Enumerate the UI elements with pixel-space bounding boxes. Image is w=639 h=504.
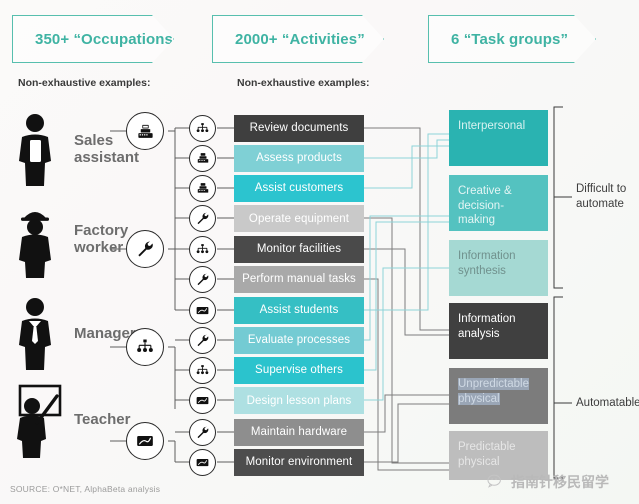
bracket-label-automatable: Automatable [576, 397, 639, 409]
task-group-box-interpersonal[interactable]: Interpersonal [449, 110, 548, 166]
task-group-label-unpredictable-physical: Unpredictable physical [458, 378, 529, 405]
occupation-icon-org-chart-icon[interactable] [126, 328, 164, 366]
task-group-box-information-analysis[interactable]: Information analysis [449, 303, 548, 359]
activity-icon-blackboard-icon-2[interactable] [189, 387, 216, 414]
activity-label-9: Design lesson plans [246, 394, 352, 407]
activity-label-8: Supervise others [255, 364, 343, 376]
activity-icon-org-chart-icon-3[interactable] [189, 356, 216, 384]
activity-label-11: Monitor environment [245, 456, 353, 468]
occupation-row-factory-worker[interactable]: Factory worker [10, 202, 128, 278]
wechat-icon [487, 474, 501, 488]
activity-icon-wrench-icon-4[interactable] [189, 418, 216, 446]
activity-label-5: Perform manual tasks [242, 273, 356, 285]
activity-label-4: Monitor facilities [256, 243, 342, 255]
task-group-box-unpredictable-physical[interactable]: Unpredictable physical [449, 368, 548, 424]
activity-icon-wrench-icon-2[interactable] [189, 265, 216, 293]
task-group-label-information-synthesis: Information synthesis [458, 250, 516, 277]
activity-icon-wrench-icon[interactable] [189, 205, 216, 232]
occupation-row-teacher[interactable]: Teacher [10, 382, 130, 458]
activity-bar-11[interactable]: Monitor environment [234, 448, 364, 476]
occupation-label-factory-worker: Factory worker [74, 222, 129, 256]
activity-bar-6[interactable]: Assist students [234, 296, 364, 324]
occupation-label-teacher: Teacher [74, 410, 131, 428]
activity-icon-cash-register-icon-2[interactable] [189, 174, 216, 202]
watermark: 指南针移民留学 [487, 472, 609, 492]
task-group-label-information-analysis: Information analysis [458, 313, 516, 340]
activity-bar-7[interactable]: Evaluate processes [234, 326, 364, 354]
activity-bar-3[interactable]: Operate equipment [234, 205, 364, 232]
activity-bar-8[interactable]: Supervise others [234, 356, 364, 384]
activity-bar-2[interactable]: Assist customers [234, 174, 364, 202]
activity-label-10: Maintain hardware [250, 426, 348, 438]
source-note: SOURCE: O*NET, AlphaBeta analysis [10, 484, 161, 494]
apron-person-icon [10, 112, 68, 188]
activity-bar-4[interactable]: Monitor facilities [234, 235, 364, 263]
activity-bar-5[interactable]: Perform manual tasks [234, 265, 364, 293]
occupation-row-manager[interactable]: Manager [10, 296, 136, 372]
activity-icon-blackboard-icon-3[interactable] [189, 448, 216, 476]
activity-icon-org-chart-icon[interactable] [189, 114, 216, 142]
activity-icon-blackboard-icon[interactable] [189, 296, 216, 324]
activity-icon-cash-register-icon[interactable] [189, 144, 216, 172]
activity-bar-10[interactable]: Maintain hardware [234, 418, 364, 446]
occupation-icon-cash-register-icon[interactable] [126, 112, 164, 150]
occupation-row-sales-assistant[interactable]: Sales assistant [10, 112, 139, 188]
occupation-icon-wrench-icon[interactable] [126, 230, 164, 268]
activity-label-1: Assess products [256, 152, 342, 164]
activity-label-0: Review documents [249, 122, 349, 134]
activity-label-2: Assist customers [254, 182, 344, 194]
activity-bar-0[interactable]: Review documents [234, 114, 364, 142]
task-group-label-predictable-physical: Predictable physical [458, 441, 516, 468]
activity-label-3: Operate equipment [248, 212, 350, 225]
task-group-box-information-synthesis[interactable]: Information synthesis [449, 240, 548, 296]
necktie-person-icon [10, 296, 68, 372]
activity-bar-1[interactable]: Assess products [234, 144, 364, 172]
infographic-canvas: 350+ “Occupations” 2000+ “Activities” 6 … [0, 0, 639, 504]
task-group-label-creative-decision-making: Creative & decision-making [458, 185, 512, 227]
activity-label-6: Assist students [259, 304, 339, 316]
watermark-text: 指南针移民留学 [511, 475, 609, 491]
hardhat-person-icon [10, 202, 68, 278]
activity-icon-wrench-icon-3[interactable] [189, 326, 216, 354]
pointer-person-icon [10, 382, 68, 458]
activity-label-7: Evaluate processes [247, 334, 351, 346]
activity-bar-9[interactable]: Design lesson plans [234, 387, 364, 414]
activity-icon-org-chart-icon-2[interactable] [189, 235, 216, 263]
task-group-box-creative-decision-making[interactable]: Creative & decision-making [449, 175, 548, 231]
occupation-icon-blackboard-icon[interactable] [126, 422, 164, 460]
task-group-label-interpersonal: Interpersonal [458, 120, 526, 132]
bracket-label-difficult: Difficult to automate [576, 183, 627, 210]
